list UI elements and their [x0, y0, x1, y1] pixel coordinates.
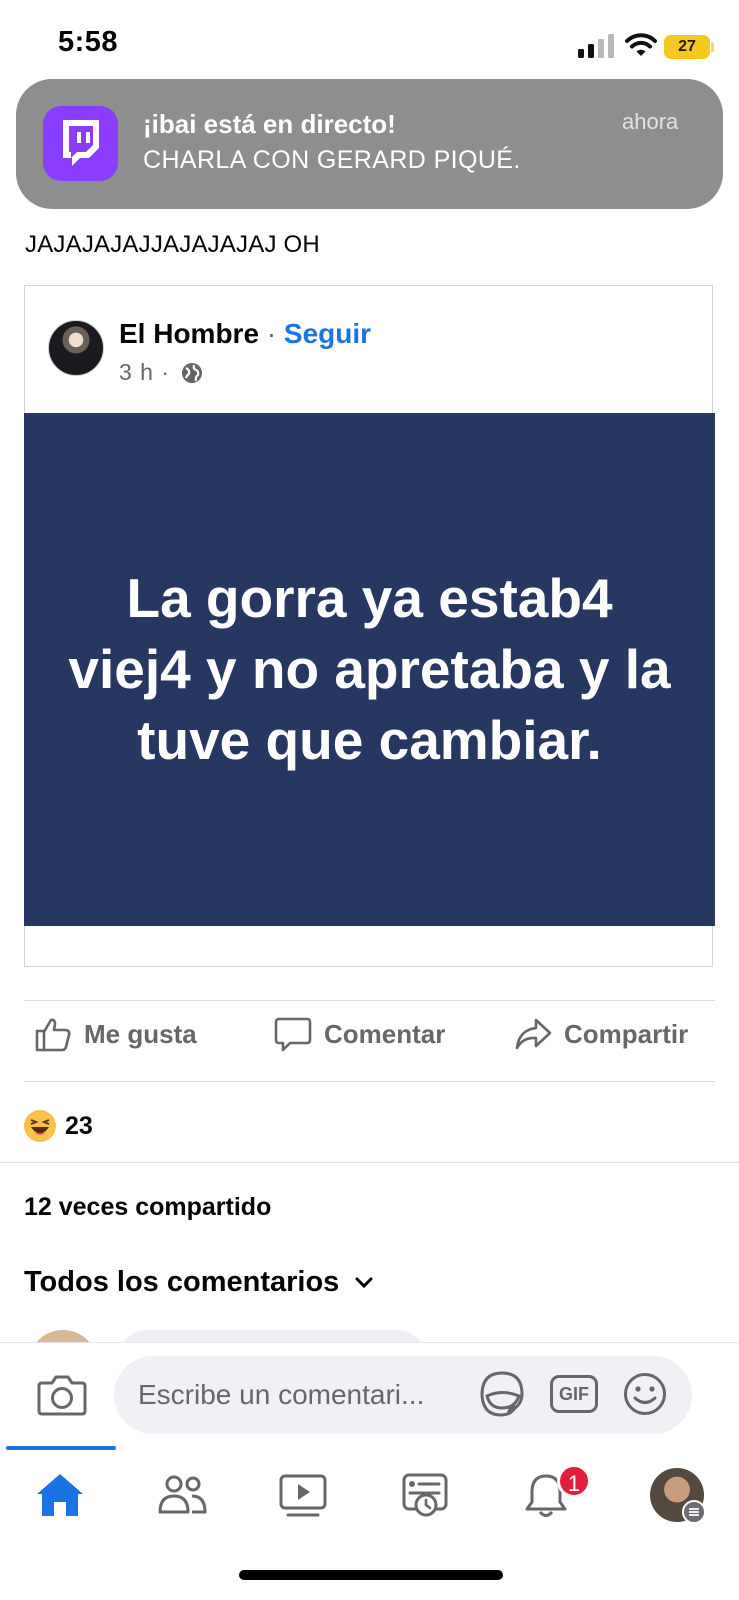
menu-icon[interactable] [682, 1500, 706, 1524]
reaction-count: 23 [65, 1111, 93, 1140]
status-time: 5:58 [58, 26, 119, 58]
post-caption: JAJAJAJAJJAJAJAJAJ OH [25, 231, 320, 258]
home-indicator [239, 1570, 503, 1580]
notification-badge: 1 [557, 1464, 591, 1498]
sticker-icon[interactable] [479, 1370, 525, 1418]
chevron-down-icon [355, 1277, 373, 1288]
twitch-icon [43, 106, 118, 181]
share-label: Compartir [564, 1018, 689, 1049]
notification-banner[interactable] [16, 79, 723, 209]
like-button[interactable]: Me gusta [34, 1010, 197, 1058]
divider [0, 1162, 739, 1163]
battery-tip [711, 42, 714, 52]
share-icon [515, 1018, 552, 1050]
notification-title: ¡ibai está en directo! [143, 109, 396, 139]
post-image-text: La gorra ya estab4 viej4 y no apretaba y… [68, 567, 671, 771]
comments-filter[interactable]: Todos los comentarios [24, 1266, 373, 1299]
emoji-icon[interactable] [623, 1372, 667, 1416]
follow-button[interactable]: Seguir [284, 318, 371, 349]
share-button[interactable]: Compartir [514, 1010, 688, 1058]
name-separator: · [259, 318, 284, 349]
author-name[interactable]: El Hombre [119, 318, 259, 349]
like-label: Me gusta [84, 1018, 197, 1049]
shared-post-header: El Hombre · Seguir [119, 318, 371, 350]
comment-input[interactable] [138, 1376, 468, 1414]
post-timestamp: 3 h · [119, 359, 171, 385]
comments-filter-label: Todos los comentarios [24, 1266, 340, 1298]
haha-reaction-icon [24, 1110, 56, 1142]
comment-icon [274, 1017, 312, 1052]
friends-icon[interactable] [157, 1472, 207, 1518]
camera-icon[interactable] [37, 1371, 87, 1419]
wifi-icon [625, 33, 657, 56]
share-count[interactable]: 12 veces compartido [24, 1193, 271, 1222]
thumbs-up-icon [35, 1018, 71, 1052]
author-avatar[interactable] [48, 320, 104, 376]
notification-body: CHARLA CON GERARD PIQUÉ. [143, 146, 521, 174]
video-icon[interactable] [278, 1472, 328, 1518]
comment-button[interactable]: Comentar [274, 1010, 445, 1058]
active-tab-indicator [6, 1446, 116, 1450]
notification-time: ahora [622, 109, 679, 134]
reaction-summary[interactable]: 23 [24, 1110, 93, 1142]
comment-label: Comentar [324, 1018, 446, 1049]
globe-icon [182, 363, 202, 383]
home-icon[interactable] [35, 1472, 85, 1518]
divider [24, 1000, 715, 1001]
feeds-icon[interactable] [401, 1472, 451, 1518]
divider [24, 1081, 715, 1082]
battery-indicator: 27 [664, 35, 710, 59]
gif-button[interactable]: GIF [550, 1375, 598, 1413]
cellular-signal-icon [578, 34, 614, 58]
